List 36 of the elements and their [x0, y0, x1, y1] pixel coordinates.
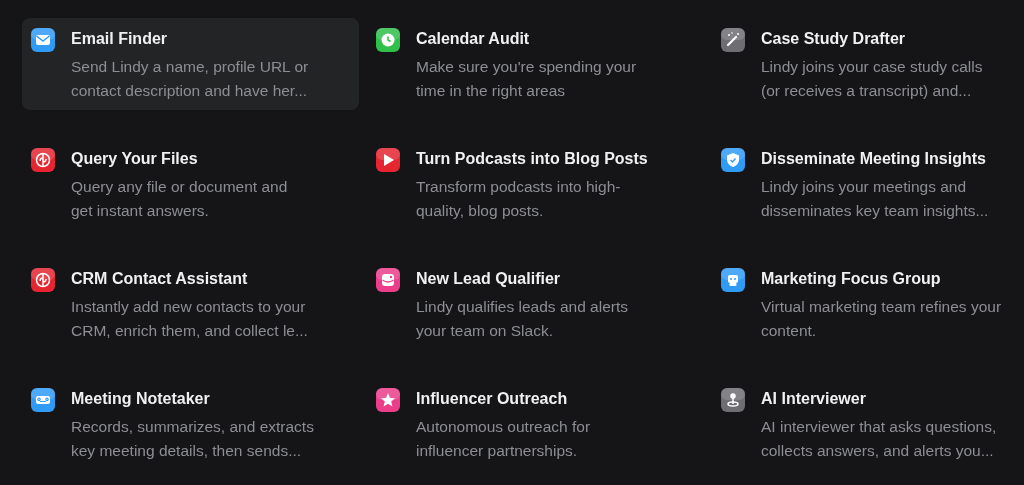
template-card[interactable]: Query Your Files Query any file or document and get instant answers. [22, 138, 359, 230]
template-title: Disseminate Meeting Insights [761, 149, 986, 169]
template-card[interactable]: CRM Contact Assistant Instantly add new contacts to your CRM, enrich them, and collect le... [22, 258, 359, 350]
template-title: Turn Podcasts into Blog Posts [416, 149, 648, 169]
template-title: Case Study Drafter [761, 29, 906, 49]
template-title: CRM Contact Assistant [71, 269, 248, 289]
template-card[interactable]: Calendar Audit Make sure you're spending your time in the right areas [367, 18, 704, 110]
template-card[interactable]: New Lead Qualifier Lindy qualifies leads and alerts your team on Slack. [367, 258, 704, 350]
template-card[interactable]: Email Finder Send Lindy a name, profile URL or contact description and have her... [22, 18, 359, 110]
template-card[interactable]: AI Interviewer AI interviewer that asks questions, collects answers, and alerts you... [712, 378, 1024, 470]
template-description: Transform podcasts into high- quality, blog posts. [416, 177, 621, 221]
template-description: Lindy qualifies leads and alerts your team on Slack. [416, 297, 628, 341]
template-description: Records, summarizes, and extracts key meeting details, then sends... [71, 417, 314, 461]
template-title: Calendar Audit [416, 29, 530, 49]
template-description: Virtual marketing team refines your content. [761, 297, 1002, 341]
template-description: Lindy joins your case study calls (or receives a transcript) and... [761, 57, 983, 101]
template-card[interactable]: Disseminate Meeting Insights Lindy joins your meetings and disseminates key team insights... [712, 138, 1024, 230]
template-card[interactable]: Turn Podcasts into Blog Posts Transform podcasts into high- quality, blog posts. [367, 138, 704, 230]
template-card[interactable]: Marketing Focus Group Virtual marketing team refines your content. [712, 258, 1024, 350]
template-description: Autonomous outreach for influencer partnerships. [416, 417, 591, 461]
template-description: AI interviewer that asks questions, collects answers, and alerts you... [761, 417, 997, 461]
template-title: Marketing Focus Group [761, 269, 941, 289]
template-title: New Lead Qualifier [416, 269, 561, 289]
template-description: Instantly add new contacts to your CRM, enrich them, and collect le... [71, 297, 308, 341]
template-card[interactable]: Meeting Notetaker Records, summarizes, and extracts key meeting details, then sends... [22, 378, 359, 470]
template-card[interactable]: Influencer Outreach Autonomous outreach for influencer partnerships. [367, 378, 704, 470]
template-card[interactable]: Case Study Drafter Lindy joins your case study calls (or receives a transcript) and... [712, 18, 1024, 110]
template-title: AI Interviewer [761, 389, 866, 409]
template-description: Make sure you're spending your time in the right areas [416, 57, 637, 101]
template-description: Send Lindy a name, profile URL or contact description and have her... [71, 57, 309, 101]
template-title: Query Your Files [71, 149, 198, 169]
template-description: Lindy joins your meetings and disseminates key team insights... [761, 177, 989, 221]
template-title: Meeting Notetaker [71, 389, 210, 409]
template-description: Query any file or document and get instant answers. [71, 177, 288, 221]
template-title: Influencer Outreach [416, 389, 568, 409]
template-title: Email Finder [71, 29, 168, 49]
